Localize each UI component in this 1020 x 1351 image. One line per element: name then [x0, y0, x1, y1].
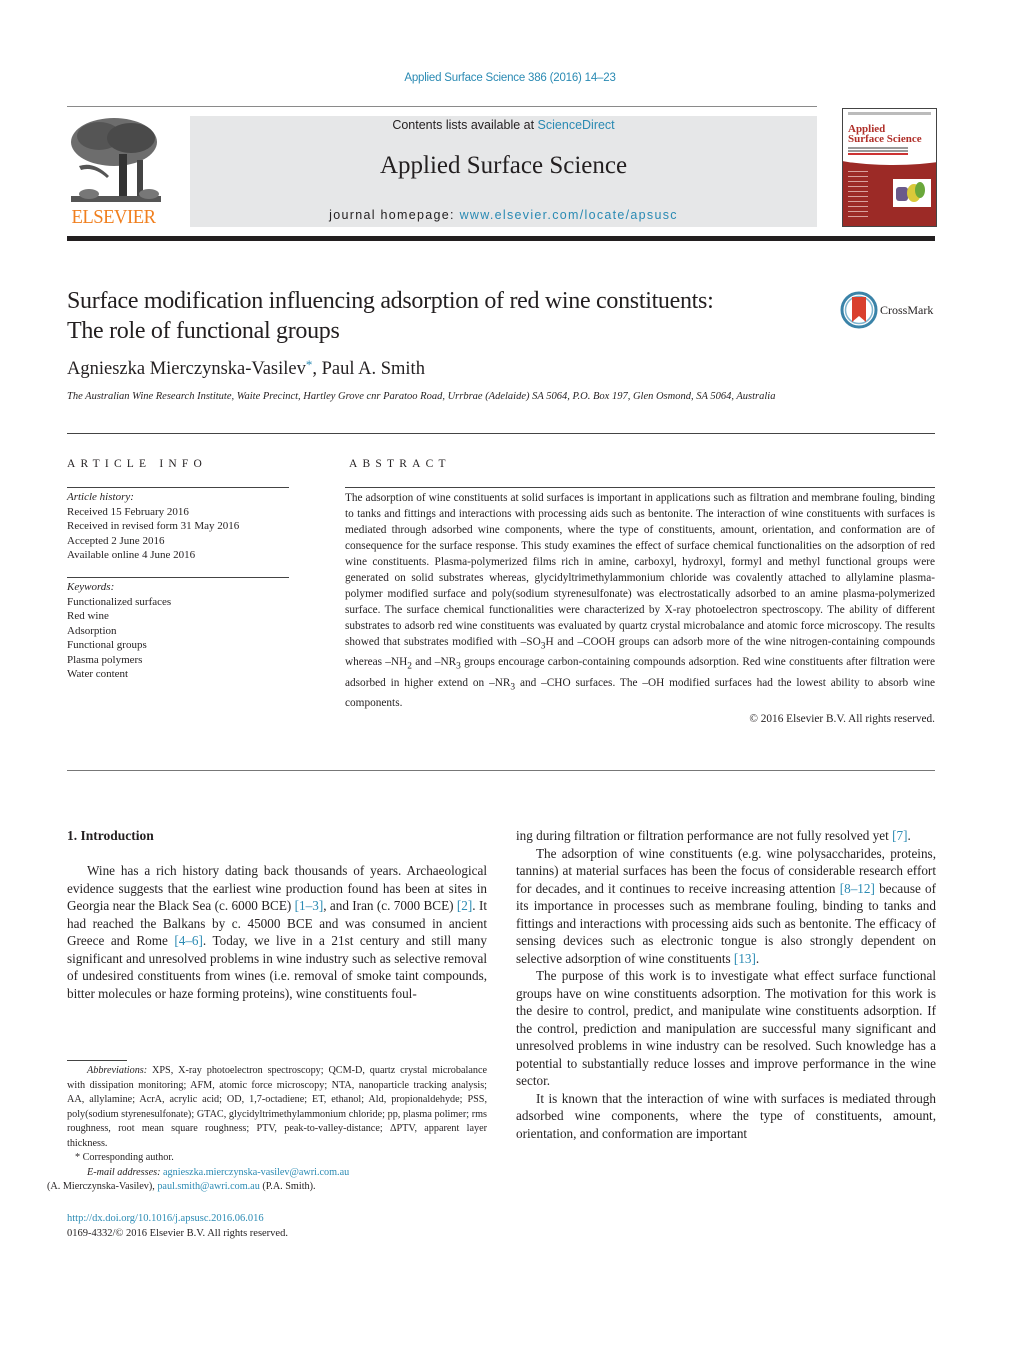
- journal-reference[interactable]: Applied Surface Science 386 (2016) 14–23: [0, 72, 1020, 84]
- citation-link[interactable]: [8–12]: [840, 881, 875, 896]
- cover-title: Applied Surface Science: [848, 123, 922, 145]
- keyword-item: Functional groups: [67, 639, 147, 651]
- abstract-copyright: © 2016 Elsevier B.V. All rights reserved…: [749, 712, 935, 725]
- introduction-heading: 1. Introduction: [67, 828, 154, 843]
- crossmark-icon: [840, 291, 878, 329]
- title-divider: [67, 433, 935, 434]
- keywords-label: Keywords:: [67, 581, 115, 593]
- citation-link[interactable]: [1–3]: [295, 898, 324, 913]
- elsevier-wordmark: ELSEVIER: [71, 206, 156, 228]
- keyword-item: Plasma polymers: [67, 653, 143, 666]
- article-info-heading: ARTICLE INFO: [67, 458, 207, 470]
- citation-link[interactable]: [13]: [734, 951, 756, 966]
- citation-link[interactable]: [2]: [457, 898, 472, 913]
- footnotes: Abbreviations: XPS, X-ray photoelectron …: [47, 1064, 487, 1195]
- top-divider: [67, 106, 817, 107]
- contents-line: Contents lists available at ScienceDirec…: [190, 118, 817, 132]
- journal-title: Applied Surface Science: [379, 152, 628, 179]
- article-info-divider-2: [67, 577, 289, 578]
- citation-link[interactable]: [7]: [892, 828, 907, 843]
- history-item: Received in revised form 31 May 2016: [67, 520, 240, 532]
- intro-left-column: Wine has a rich history dating back thou…: [67, 862, 487, 1002]
- abstract-text: The adsorption of wine constituents at s…: [345, 492, 935, 709]
- abstract-heading: ABSTRACT: [349, 458, 451, 470]
- history-item: Received 15 February 2016: [67, 505, 189, 518]
- cover-subtitle-lines: [848, 147, 908, 149]
- footnote-divider: [67, 1060, 127, 1061]
- intro-paragraph: ing during filtration or filtration perf…: [516, 828, 911, 843]
- header-thick-divider: [67, 236, 935, 241]
- keywords: Keywords: Functionalized surfaces Red wi…: [67, 580, 297, 682]
- homepage-prefix: journal homepage:: [329, 208, 460, 222]
- keyword-item: Water content: [67, 668, 129, 680]
- abbreviations-footnote: Abbreviations: XPS, X-ray photoelectron …: [67, 1065, 487, 1149]
- intro-paragraph: The purpose of this work is to investiga…: [516, 968, 936, 1088]
- intro-right-column: ing during filtration or filtration perf…: [516, 827, 936, 1142]
- intro-paragraph: Wine has a rich history dating back thou…: [67, 863, 488, 1001]
- doi-link[interactable]: http://dx.doi.org/10.1016/j.apsusc.2016.…: [67, 1213, 264, 1224]
- journal-reference-link[interactable]: Applied Surface Science 386 (2016) 14–23: [404, 72, 615, 84]
- abstract-bottom-divider: [67, 770, 935, 771]
- abstract-divider: [345, 487, 935, 488]
- crossmark-badge[interactable]: CrossMark: [840, 291, 940, 329]
- title-line-2: The role of functional groups: [67, 318, 340, 344]
- crossmark-label: CrossMark: [880, 303, 934, 317]
- cover-graphic: [893, 179, 931, 207]
- cover-header-bar: [848, 112, 931, 115]
- history-label: Article history:: [67, 491, 134, 503]
- citation-link[interactable]: [4–6]: [174, 933, 203, 948]
- homepage-line: journal homepage: www.elsevier.com/locat…: [190, 208, 817, 222]
- author-2: Paul A. Smith: [321, 359, 425, 379]
- email-link-1[interactable]: agnieszka.mierczynska-vasilev@awri.com.a…: [163, 1167, 349, 1178]
- issn-copyright: 0169-4332/© 2016 Elsevier B.V. All right…: [67, 1228, 288, 1239]
- affiliation: The Australian Wine Research Institute, …: [67, 391, 776, 402]
- keyword-item: Adsorption: [67, 624, 117, 637]
- article-info-divider-1: [67, 487, 289, 488]
- keyword-item: Functionalized surfaces: [67, 595, 172, 608]
- abstract-body: The adsorption of wine constituents at s…: [345, 490, 935, 727]
- email-link-2[interactable]: paul.smith@awri.com.au: [157, 1181, 259, 1192]
- article-title: Surface modification influencing adsorpt…: [67, 286, 827, 346]
- elsevier-logo[interactable]: ELSEVIER: [67, 114, 167, 230]
- doi-block: http://dx.doi.org/10.1016/j.apsusc.2016.…: [67, 1211, 288, 1241]
- email-footnote: E-mail addresses: agnieszka.mierczynska-…: [47, 1166, 350, 1193]
- contents-prefix: Contents lists available at: [392, 118, 538, 132]
- intro-paragraph: The adsorption of wine constituents (e.g…: [516, 845, 936, 966]
- article-history: Article history: Received 15 February 20…: [67, 490, 297, 563]
- author-1: Agnieszka Mierczynska-Vasilev: [67, 359, 306, 379]
- authors: Agnieszka Mierczynska-Vasilev*, Paul A. …: [67, 357, 425, 380]
- title-line-1: Surface modification influencing adsorpt…: [67, 288, 714, 314]
- journal-banner: Contents lists available at ScienceDirec…: [190, 116, 817, 227]
- author-separator: ,: [312, 359, 322, 379]
- journal-homepage-link[interactable]: www.elsevier.com/locate/apsusc: [460, 208, 678, 222]
- journal-cover-thumbnail[interactable]: Applied Surface Science: [842, 108, 937, 227]
- intro-paragraph: It is known that the interaction of wine…: [516, 1090, 936, 1141]
- elsevier-tree-icon: [71, 118, 161, 202]
- cover-editor-lines: [848, 171, 868, 221]
- keyword-item: Red wine: [67, 610, 109, 622]
- history-item: Available online 4 June 2016: [67, 549, 196, 561]
- sciencedirect-link[interactable]: ScienceDirect: [538, 118, 615, 132]
- history-item: Accepted 2 June 2016: [67, 534, 165, 547]
- corresponding-author-note: * Corresponding author.: [75, 1152, 174, 1163]
